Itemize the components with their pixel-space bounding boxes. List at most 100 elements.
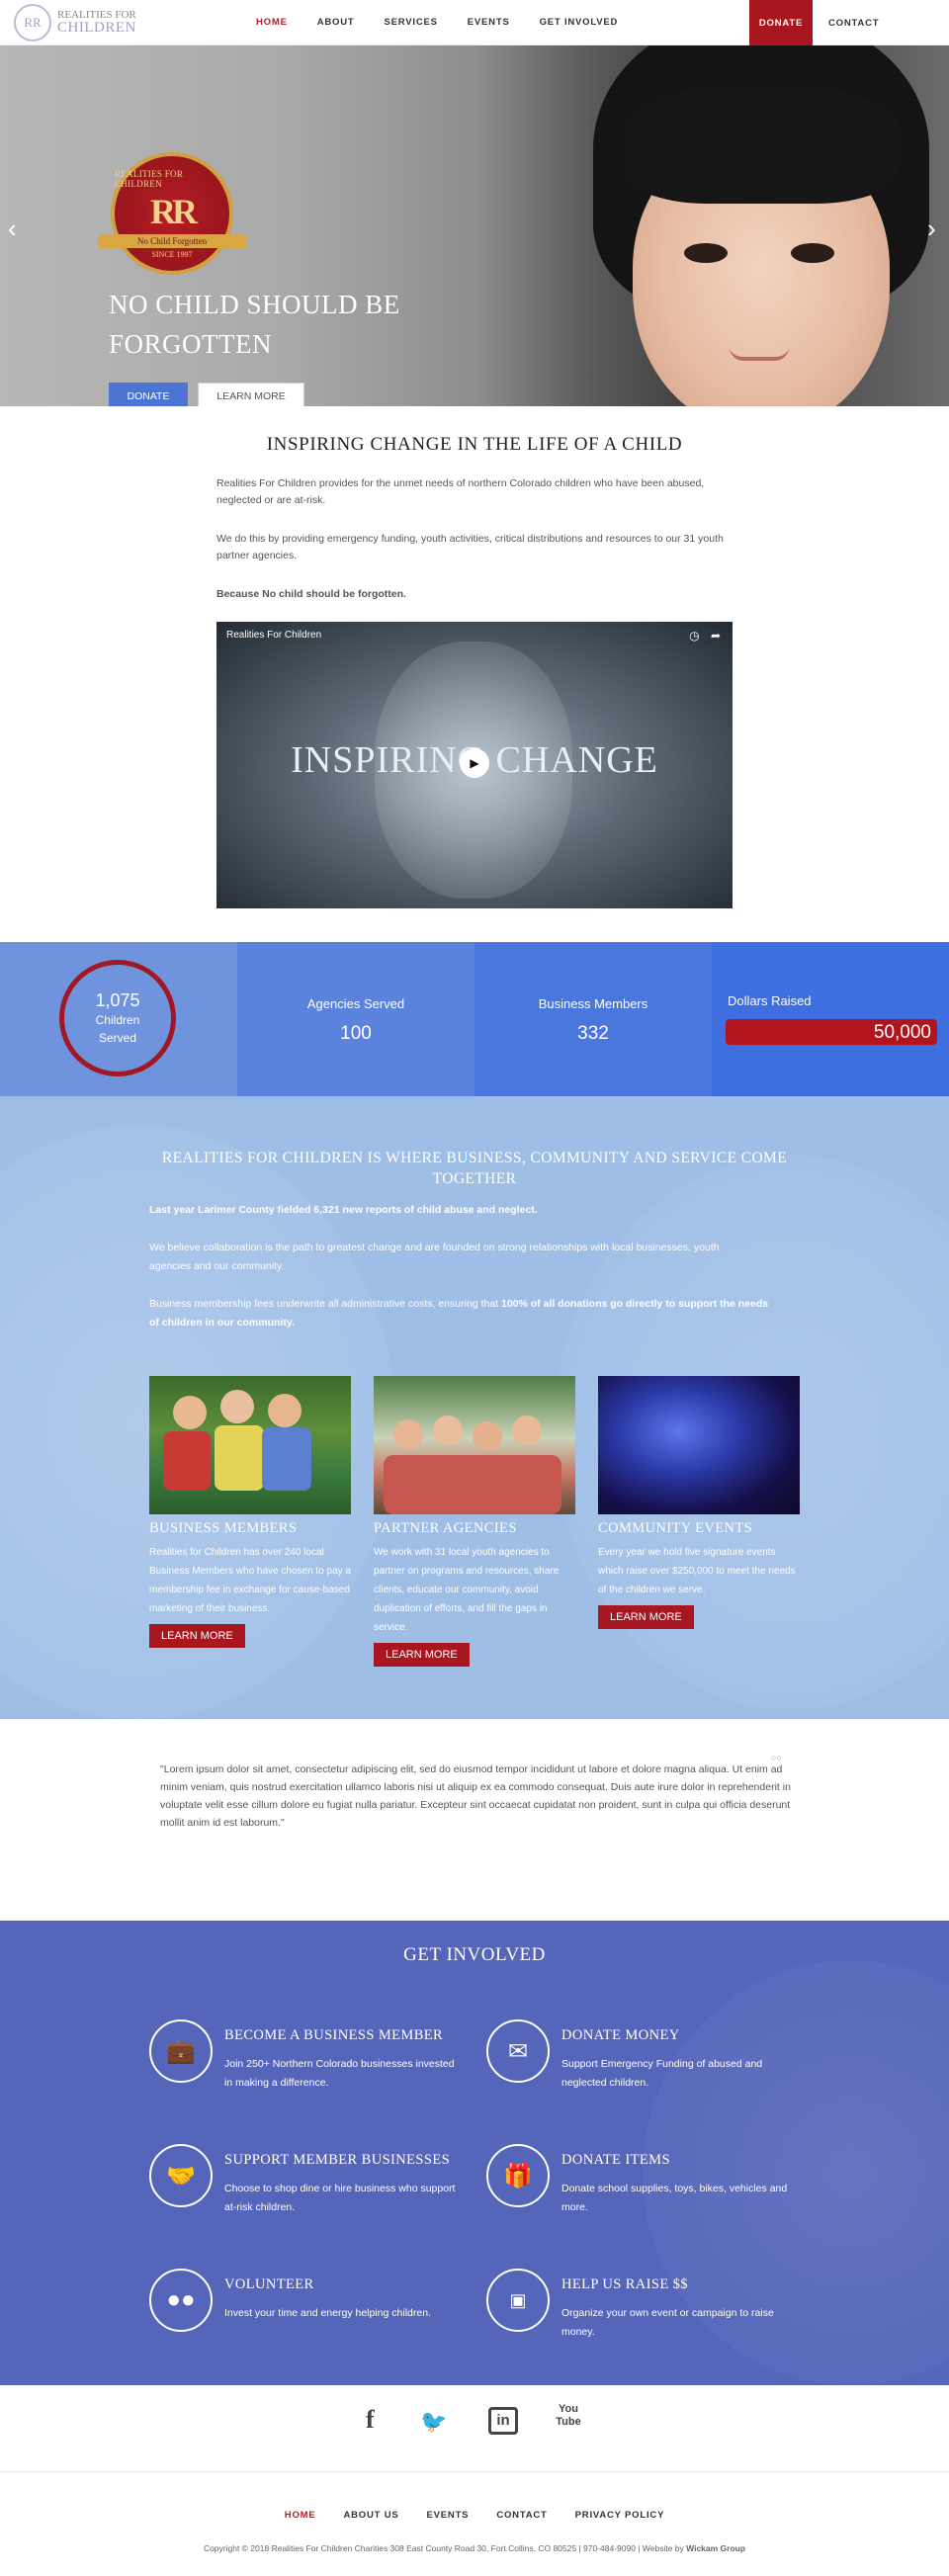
nav-about[interactable]: ABOUT [317, 17, 355, 28]
involved-item-title: SUPPORT MEMBER BUSINESSES [224, 2152, 451, 2168]
involved-support-member-businesses[interactable]: 🤝 SUPPORT MEMBER BUSINESSES Choose to sh… [149, 2144, 475, 2233]
community-paragraph-3: Business membership fees underwrite all … [149, 1298, 769, 1329]
website-credit-link[interactable]: Wickam Group [686, 2543, 745, 2553]
handshake-icon: 🤝 [149, 2144, 213, 2207]
children-served-label: Children Served [95, 1012, 140, 1045]
share-icon[interactable]: ➦ [711, 629, 721, 643]
community-paragraph-2: We believe collaboration is the path to … [149, 1242, 720, 1272]
partner-agencies-photo [374, 1376, 575, 1514]
agencies-label: Agencies Served [306, 996, 405, 1011]
facebook-icon[interactable]: f [366, 2405, 375, 2435]
intro-title: INSPIRING CHANGE IN THE LIFE OF A CHILD [266, 434, 683, 455]
hero-photo-bangs [623, 85, 900, 204]
top-nav: RR REALITIES FOR CHILDREN HOME ABOUT SER… [0, 0, 949, 45]
footer-contact[interactable]: CONTACT [496, 2510, 547, 2521]
nav-donate-button[interactable]: DONATE [749, 0, 813, 45]
copyright: Copyright © 2018 Realities For Children … [203, 2543, 746, 2553]
partner-agencies-learn-more-button[interactable]: LEARN MORE [374, 1643, 470, 1667]
footer-events[interactable]: EVENTS [427, 2510, 470, 2521]
business-members-learn-more-button[interactable]: LEARN MORE [149, 1624, 245, 1648]
involved-item-title: HELP US RAISE $$ [561, 2276, 688, 2292]
involved-item-text: Donate school supplies, toys, bikes, veh… [561, 2183, 788, 2213]
card-partner-agencies: PARTNER AGENCIES We work with 31 local y… [374, 1376, 575, 1667]
stats-bar: 1,075 Children Served Agencies Served 10… [0, 942, 949, 1096]
hero-title: NO CHILD SHOULD BE FORGOTTEN [109, 290, 400, 359]
community-events-learn-more-button[interactable]: LEARN MORE [598, 1605, 694, 1629]
hero-donate-button[interactable]: DONATE [109, 383, 188, 406]
hero-photo-mouth [730, 347, 789, 361]
nav-links: HOME ABOUT SERVICES EVENTS GET INVOLVED [241, 17, 633, 28]
realities-badge-logo: REALITIES FOR CHILDREN RR No Child Forgo… [98, 152, 246, 275]
watch-later-icon[interactable]: ◷ [689, 629, 699, 643]
badge-top-text: REALITIES FOR CHILDREN [115, 168, 184, 189]
badge-since: SINCE 1997 [151, 249, 193, 259]
involved-item-text: Organize your own event or campaign to r… [561, 2307, 774, 2338]
involved-item-text: Join 250+ Northern Colorado businesses i… [224, 2058, 455, 2089]
dollars-progress-bar: 50,000 [726, 1019, 937, 1045]
stat-members: Business Members 332 [474, 942, 712, 1096]
money-icon: ▣ [486, 2269, 550, 2332]
card-text: We work with 31 local youth agencies to … [374, 1547, 560, 1633]
logo-text-top: REALITIES FOR [57, 8, 136, 21]
get-involved-title: GET INVOLVED [403, 1944, 546, 1965]
intro-paragraph-3: Because No child should be forgotten. [216, 588, 406, 600]
stat-agencies: Agencies Served 100 [237, 942, 474, 1096]
nav-home[interactable]: HOME [256, 17, 288, 28]
involved-business-member[interactable]: 💼 BECOME A BUSINESS MEMBER Join 250+ Nor… [149, 2019, 475, 2108]
linkedin-icon[interactable]: in [488, 2407, 518, 2435]
intro-paragraph-1: Realities For Children provides for the … [216, 477, 705, 506]
footer-links: HOME ABOUT US EVENTS CONTACT PRIVACY POL… [0, 2510, 949, 2521]
footer-home[interactable]: HOME [285, 2510, 316, 2521]
dollars-label: Dollars Raised [728, 993, 812, 1008]
intro-section: INSPIRING CHANGE IN THE LIFE OF A CHILD … [0, 406, 949, 942]
site-logo[interactable]: RR REALITIES FOR CHILDREN [14, 3, 212, 42]
get-involved-section: GET INVOLVED 💼 BECOME A BUSINESS MEMBER … [0, 1921, 949, 2385]
logo-mark: RR [14, 3, 51, 42]
play-icon[interactable]: ▶ [460, 748, 489, 778]
children-ring: 1,075 Children Served [59, 960, 176, 1076]
community-paragraph-1: Last year Larimer County fielded 6,321 n… [149, 1204, 538, 1216]
badge-mark: RR [150, 191, 198, 231]
hero-photo-eye [791, 243, 834, 263]
footer-privacy-policy[interactable]: PRIVACY POLICY [575, 2510, 665, 2521]
slider-prev-arrow-icon[interactable]: ‹ [8, 214, 17, 244]
video-title[interactable]: Realities For Children [226, 630, 321, 641]
logo-text-bottom: CHILDREN [57, 19, 136, 36]
footer: HOME ABOUT US EVENTS CONTACT PRIVACY POL… [0, 2472, 949, 2576]
community-events-photo [598, 1376, 800, 1514]
children-served-value: 1,075 [95, 989, 140, 1010]
involved-item-text: Choose to shop dine or hire business who… [224, 2183, 456, 2213]
card-text: Realities for Children has over 240 loca… [149, 1547, 351, 1614]
people-icon: ●● [149, 2269, 213, 2332]
involved-volunteer[interactable]: ●● VOLUNTEER Invest your time and energy… [149, 2269, 475, 2358]
nav-events[interactable]: EVENTS [468, 17, 510, 28]
involved-help-us-raise[interactable]: ▣ HELP US RAISE $$ Organize your own eve… [486, 2269, 813, 2358]
hero-learn-more-button[interactable]: LEARN MORE [198, 383, 304, 406]
nav-get-involved[interactable]: GET INVOLVED [540, 17, 619, 28]
nav-services[interactable]: SERVICES [384, 17, 437, 28]
nav-contact[interactable]: CONTACT [828, 0, 879, 45]
card-title: BUSINESS MEMBERS [149, 1520, 298, 1536]
social-links: f 🐦 in You Tube [0, 2385, 949, 2472]
involved-donate-money[interactable]: ✉ DONATE MONEY Support Emergency Funding… [486, 2019, 813, 2108]
youtube-icon[interactable]: You Tube [554, 2403, 583, 2429]
community-title: REALITIES FOR CHILDREN IS WHERE BUSINESS… [161, 1150, 788, 1187]
hero-photo-eye [684, 243, 728, 263]
badge-ribbon: No Child Forgotten [98, 233, 246, 248]
twitter-icon[interactable]: 🐦 [420, 2409, 447, 2435]
stat-dollars: Dollars Raised 50,000 [712, 942, 949, 1096]
involved-item-title: VOLUNTEER [224, 2276, 314, 2292]
intro-paragraph-2: We do this by providing emergency fundin… [216, 533, 724, 561]
footer-about-us[interactable]: ABOUT US [343, 2510, 398, 2521]
card-community-events: COMMUNITY EVENTS Every year we hold five… [598, 1376, 800, 1629]
involved-donate-items[interactable]: 🎁 DONATE ITEMS Donate school supplies, t… [486, 2144, 813, 2233]
hero-slider: REALITIES FOR CHILDREN RR No Child Forgo… [0, 45, 949, 406]
dollars-value: 50,000 [873, 1022, 931, 1043]
card-business-members: BUSINESS MEMBERS Realities for Children … [149, 1376, 351, 1648]
video-player[interactable]: Realities For Children ◷ ➦ INSPIRING CHA… [216, 622, 733, 908]
stat-children: 1,075 Children Served [0, 942, 237, 1096]
community-section: REALITIES FOR CHILDREN IS WHERE BUSINESS… [0, 1096, 949, 1719]
slider-next-arrow-icon[interactable]: › [927, 214, 936, 244]
members-value: 332 [577, 1023, 609, 1044]
members-label: Business Members [538, 996, 648, 1011]
